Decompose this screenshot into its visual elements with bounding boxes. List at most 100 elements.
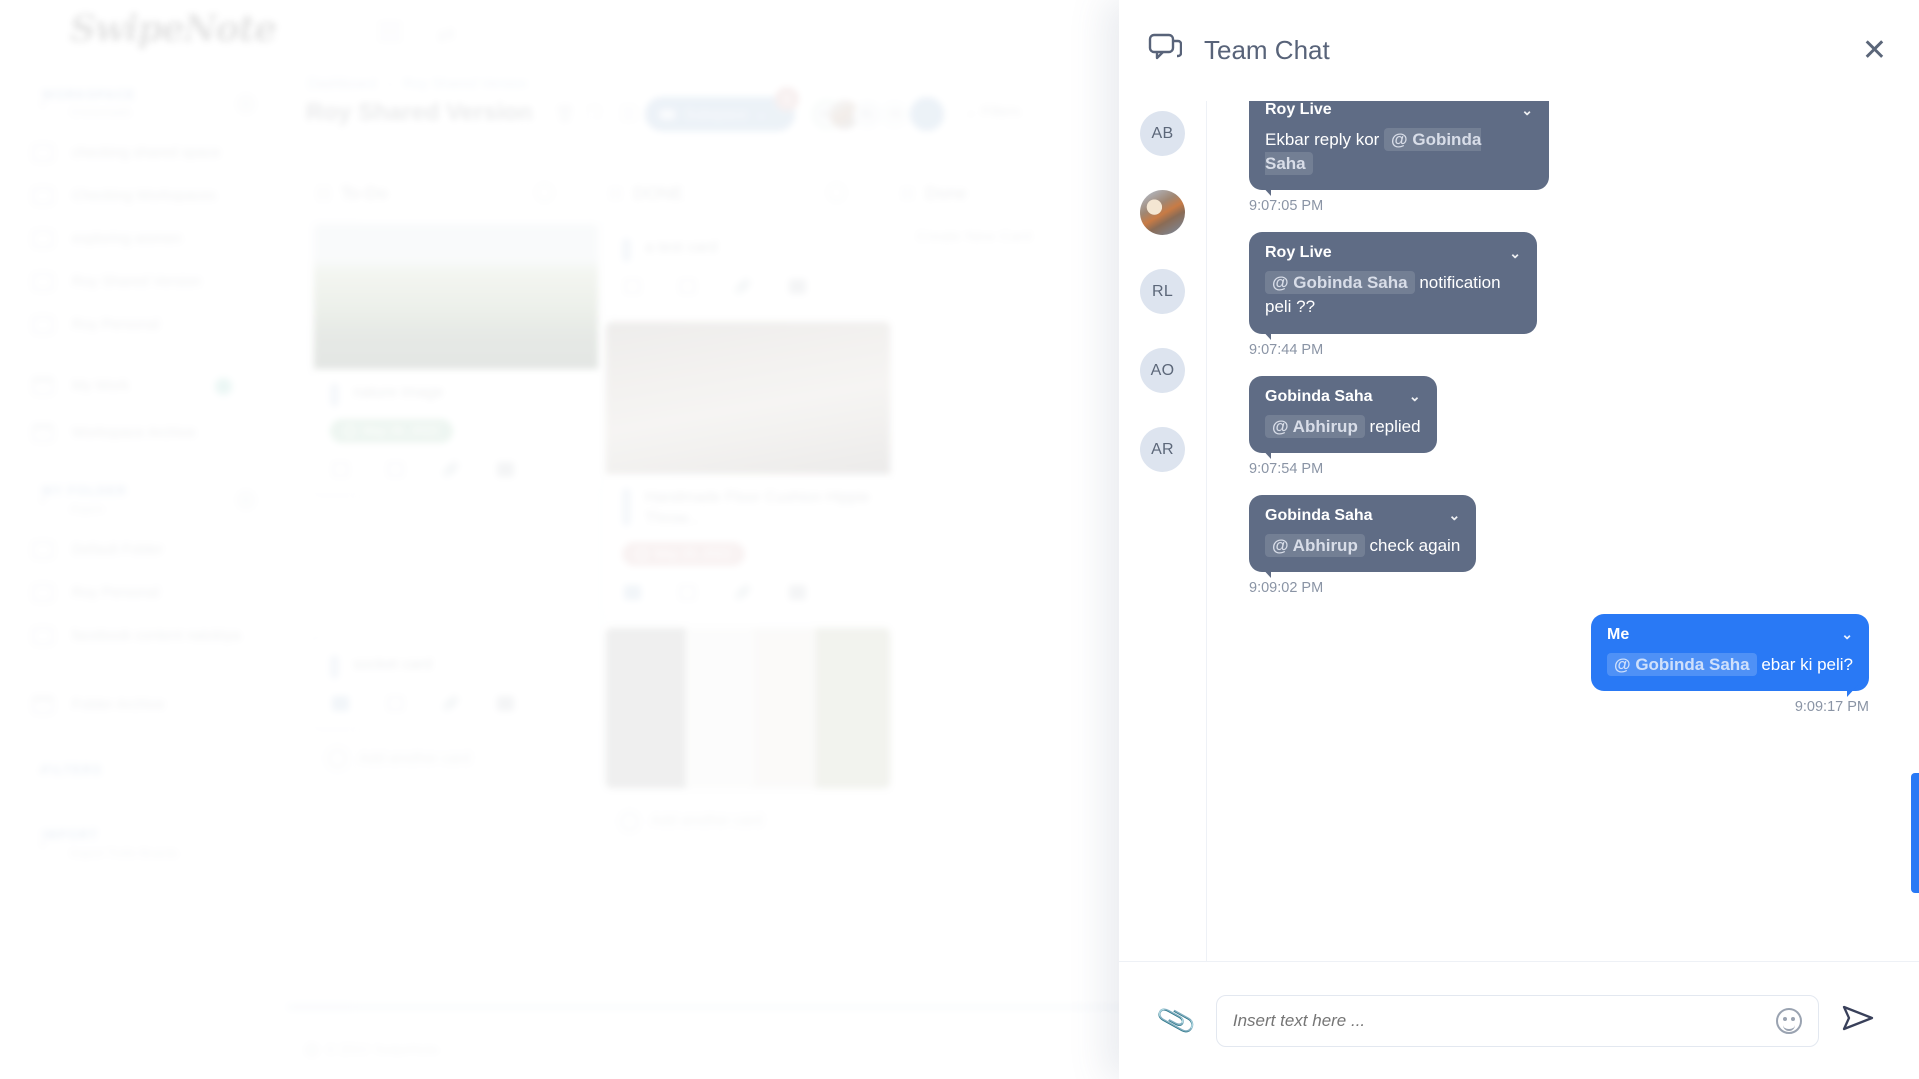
description-icon[interactable] (387, 462, 404, 477)
chevron-down-icon[interactable]: ⌄ (1841, 626, 1853, 643)
paperclip-icon[interactable]: 📎 (1154, 999, 1198, 1042)
mention-chip[interactable]: @ Gobinda Saha (1265, 271, 1415, 295)
column-menu-icon[interactable]: ⋮ (857, 182, 874, 202)
card[interactable]: socket card 🔗 ⋮ (314, 641, 598, 725)
sidebar-item-folder-archive[interactable]: Folder Archive (32, 690, 322, 720)
subspace-button[interactable]: Subspace ⌄ (645, 97, 795, 131)
attachment-icon[interactable]: 🔗 (734, 278, 751, 295)
card-menu-icon[interactable]: ⋮ (844, 278, 858, 295)
sidebar-item-checking-workspaces[interactable]: Checking Workspaces ... (32, 181, 322, 211)
avatar[interactable] (830, 100, 859, 129)
description-icon[interactable] (387, 696, 404, 711)
mention-chip[interactable]: @ Abhirup (1265, 533, 1365, 557)
avatar[interactable] (1140, 190, 1185, 235)
avatar[interactable]: AB (1140, 111, 1185, 156)
comment-icon[interactable] (789, 279, 807, 294)
message-bubble[interactable]: Roy Live ⌄ Ekbar reply kor @ Gobinda Sah… (1249, 101, 1549, 197)
sidebar-item-exploring-women[interactable]: exploring women ... (32, 224, 322, 254)
comment-icon[interactable] (497, 462, 515, 477)
drag-handle-icon[interactable] (318, 185, 329, 201)
more-icon[interactable]: ... (290, 318, 304, 333)
message-bubble[interactable]: Gobinda Saha ⌄ @ Abhirup replied (1249, 375, 1437, 459)
attachment-icon[interactable]: 🔗 (734, 584, 751, 601)
message-bubble[interactable]: Me ⌄ @ Gobinda Saha ebar ki peli? (1591, 613, 1869, 698)
sidebar-item-checking-shared-space[interactable]: checking shared space ... (32, 138, 322, 168)
chat-message-stream[interactable]: Roy Live ⌄ Ekbar reply kor @ Gobinda Sah… (1207, 101, 1919, 961)
checklist-icon[interactable] (332, 696, 349, 711)
swap-icon[interactable]: ⇄ (437, 22, 463, 47)
mention-chip[interactable]: @ Abhirup (1265, 414, 1365, 438)
more-icon[interactable]: ... (290, 189, 304, 204)
add-member-button[interactable]: ＋ (910, 97, 944, 131)
watch-icon[interactable] (827, 183, 846, 202)
message-input[interactable] (1232, 1010, 1776, 1031)
description-icon[interactable] (679, 584, 696, 600)
message-bubble[interactable]: Roy Live ⌄ @ Gobinda Saha notification p… (1249, 232, 1537, 340)
card-menu-icon[interactable]: ⋮ (552, 695, 566, 712)
folder-settings-icon[interactable] (237, 491, 255, 509)
chevron-down-icon[interactable]: ⌄ (1409, 388, 1421, 405)
drag-handle-icon[interactable] (902, 185, 913, 201)
sidebar-item-my-work[interactable]: My Work (32, 371, 322, 401)
send-icon[interactable] (1841, 1003, 1875, 1039)
copy-icon[interactable]: ❐ (586, 104, 606, 124)
card-menu-icon[interactable]: ⋮ (844, 584, 858, 601)
workspace-collapse-caret[interactable]: ▾ (40, 98, 46, 111)
archive-icon[interactable]: 🗄 (618, 104, 640, 124)
sidebar-item-roy-shared-version[interactable]: Roy Shared Version ... (32, 267, 322, 297)
description-icon[interactable] (679, 279, 696, 294)
import-collapse-caret[interactable]: ▾ (40, 838, 46, 851)
more-icon[interactable]: ... (290, 275, 304, 290)
pencil-icon[interactable]: ✎ (520, 104, 540, 124)
sidebar-section-filters[interactable]: FILTERS (42, 763, 102, 777)
column-menu-icon[interactable]: ⋮ (565, 182, 582, 202)
card[interactable]: a test card 🔗 ⋮ (606, 224, 890, 308)
attachment-icon[interactable]: 🔗 (442, 695, 459, 712)
avatar[interactable]: AO (1140, 348, 1185, 393)
card[interactable]: Handmade Floor Cushion Hippie Throw... M… (606, 322, 890, 614)
drag-handle-icon[interactable] (610, 185, 621, 201)
comment-icon[interactable] (497, 696, 515, 711)
card[interactable]: nature image May 26, 2022 🔗 ⋮ (314, 224, 598, 491)
watch-icon[interactable] (535, 183, 554, 202)
more-icon[interactable]: ... (290, 586, 304, 601)
sidebar-item-default-folder[interactable]: Default Folder (32, 535, 322, 565)
attachment-icon[interactable]: 🔗 (442, 461, 459, 478)
sidebar-item-facebook-content[interactable]: facebook content natokiya ... (32, 621, 325, 651)
trash-icon[interactable]: 🗑 (554, 104, 576, 124)
checklist-icon[interactable] (332, 462, 349, 477)
sidebar-item-workspace-archive[interactable]: Workspace Archive (32, 418, 322, 448)
add-another-card-done[interactable]: Add another card (606, 802, 890, 841)
add-another-card-todo[interactable]: Add another card (314, 739, 598, 778)
more-icon[interactable]: ... (312, 629, 326, 644)
message-bubble[interactable]: Gobinda Saha ⌄ @ Abhirup check again (1249, 494, 1477, 578)
chevron-down-icon[interactable]: ⌄ (1509, 245, 1521, 262)
card[interactable] (606, 627, 890, 788)
breadcrumb-root[interactable]: Dashboard (308, 75, 377, 91)
comment-icon[interactable] (789, 584, 807, 600)
close-icon[interactable]: ✕ (1862, 35, 1887, 66)
filters-button[interactable]: ⌄ Filters (965, 104, 1021, 120)
folder-collapse-caret[interactable]: ▾ (40, 494, 46, 507)
scroll-indicator[interactable] (1911, 773, 1919, 893)
more-icon[interactable]: ... (290, 146, 304, 161)
sidebar-item-roy-personal-folder[interactable]: Roy Personal ... (32, 578, 322, 608)
checklist-icon[interactable] (624, 584, 641, 600)
chevron-down-icon[interactable]: ⌄ (1521, 102, 1533, 119)
more-icon[interactable]: ... (290, 232, 304, 247)
sidebar-item-roy-personal[interactable]: Roy Personal ... (32, 310, 322, 340)
avatar[interactable]: RL (1140, 269, 1185, 314)
avatar[interactable]: AB (812, 100, 841, 129)
avatar[interactable]: AR (1140, 427, 1185, 472)
workspace-settings-icon[interactable] (237, 95, 255, 113)
mention-chip[interactable]: @ Gobinda Saha (1607, 652, 1757, 676)
filters-expand-caret[interactable]: ▸ (40, 764, 46, 777)
card-menu-icon[interactable]: ⋮ (552, 461, 566, 478)
message-input-wrapper[interactable] (1215, 994, 1819, 1047)
hamburger-menu-icon[interactable] (377, 22, 403, 46)
checklist-icon[interactable] (624, 279, 641, 294)
avatar[interactable]: RL (853, 100, 882, 129)
chevron-down-icon[interactable]: ⌄ (1449, 507, 1461, 524)
smiley-icon[interactable] (1776, 1007, 1802, 1034)
avatar-overflow[interactable]: +6 (880, 100, 909, 129)
